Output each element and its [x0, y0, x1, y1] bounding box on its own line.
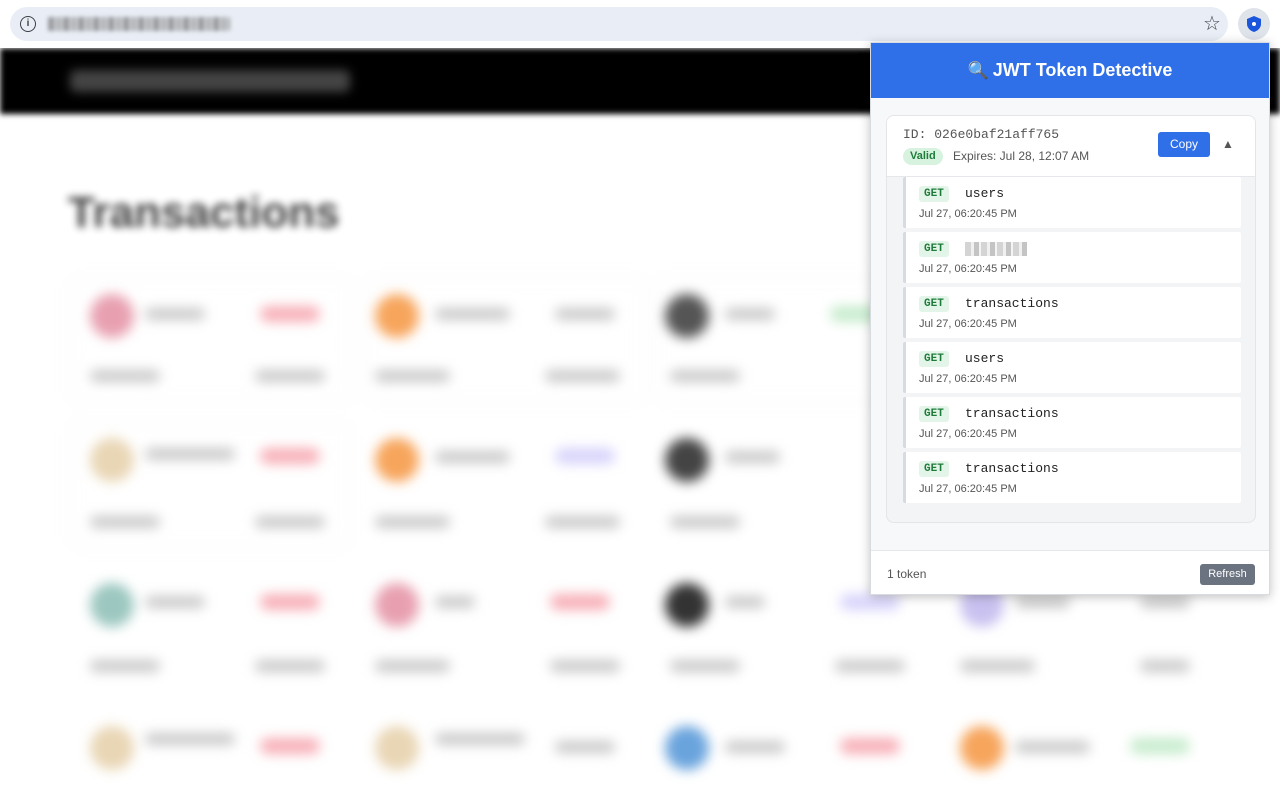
page-title: Transactions	[68, 188, 340, 237]
list-item[interactable]: GET Jul 27, 06:20:45 PM	[903, 232, 1241, 283]
address-bar[interactable]: i ☆	[10, 7, 1228, 41]
info-icon[interactable]: i	[20, 16, 36, 32]
request-path-redacted	[965, 242, 1027, 256]
token-card-header[interactable]: ID: 026e0baf21aff765 Valid Expires: Jul …	[887, 116, 1255, 177]
list-item[interactable]: GET users Jul 27, 06:20:45 PM	[903, 177, 1241, 228]
popup-body: ID: 026e0baf21aff765 Valid Expires: Jul …	[871, 98, 1269, 550]
token-card: ID: 026e0baf21aff765 Valid Expires: Jul …	[886, 115, 1256, 523]
request-path: users	[965, 186, 1005, 201]
request-timestamp: Jul 27, 06:20:45 PM	[919, 428, 1017, 440]
list-item[interactable]: GET transactions Jul 27, 06:20:45 PM	[903, 397, 1241, 448]
request-path: transactions	[965, 406, 1059, 421]
token-id: ID: 026e0baf21aff765	[903, 127, 1060, 142]
request-method-badge: GET	[919, 241, 949, 257]
request-path: transactions	[965, 461, 1059, 476]
request-timestamp: Jul 27, 06:20:45 PM	[919, 373, 1017, 385]
request-list: GET users Jul 27, 06:20:45 PM GET Jul 27, 06…	[903, 177, 1241, 507]
request-timestamp: Jul 27, 06:20:45 PM	[919, 483, 1017, 495]
request-timestamp: Jul 27, 06:20:45 PM	[919, 318, 1017, 330]
star-icon[interactable]: ☆	[1200, 12, 1224, 36]
request-method-badge: GET	[919, 186, 949, 202]
status-badge: Valid	[903, 148, 943, 165]
collapse-toggle-icon[interactable]: ▲	[1220, 135, 1236, 153]
list-item[interactable]: GET transactions Jul 27, 06:20:45 PM	[903, 452, 1241, 503]
site-nav-blurred	[70, 70, 350, 92]
request-timestamp: Jul 27, 06:20:45 PM	[919, 208, 1017, 220]
request-timestamp: Jul 27, 06:20:45 PM	[919, 263, 1017, 275]
jwt-detective-popup: 🔍 JWT Token Detective ID: 026e0baf21aff76…	[870, 42, 1270, 595]
request-method-badge: GET	[919, 406, 949, 422]
token-count: 1 token	[887, 567, 927, 581]
browser-toolbar: i ☆	[0, 0, 1280, 48]
list-item[interactable]: GET transactions Jul 27, 06:20:45 PM	[903, 287, 1241, 338]
request-path: transactions	[965, 296, 1059, 311]
popup-header: 🔍 JWT Token Detective	[871, 43, 1269, 98]
popup-footer: 1 token Refresh	[871, 550, 1269, 594]
copy-button[interactable]: Copy	[1158, 132, 1210, 157]
shield-icon	[1247, 16, 1261, 32]
url-text-redacted	[48, 17, 230, 31]
request-method-badge: GET	[919, 296, 949, 312]
refresh-button[interactable]: Refresh	[1200, 564, 1255, 585]
magnifier-icon: 🔍	[967, 61, 989, 80]
request-path: users	[965, 351, 1005, 366]
request-method-badge: GET	[919, 351, 949, 367]
token-expiry: Expires: Jul 28, 12:07 AM	[953, 149, 1090, 163]
list-item[interactable]: GET users Jul 27, 06:20:45 PM	[903, 342, 1241, 393]
popup-title: JWT Token Detective	[992, 60, 1173, 80]
request-method-badge: GET	[919, 461, 949, 477]
extension-button[interactable]	[1238, 8, 1270, 40]
